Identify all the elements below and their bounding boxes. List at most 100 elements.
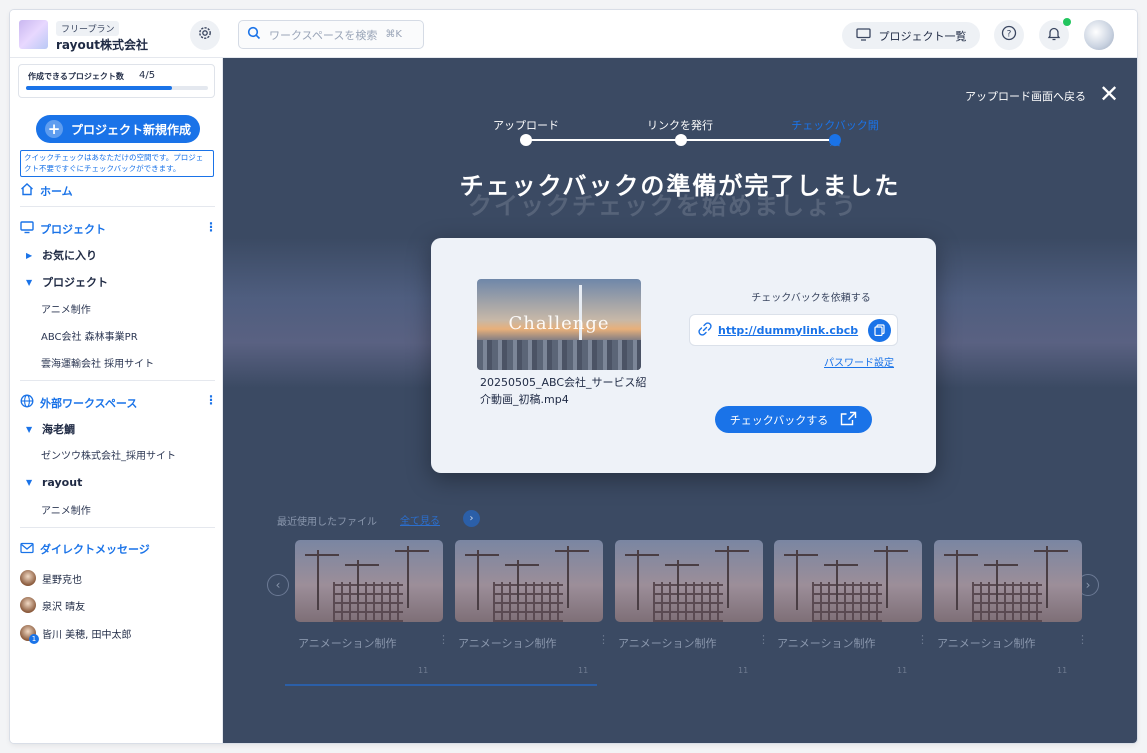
avatar [20,570,36,586]
quota-label: 作成できるプロジェクト数 [28,72,124,81]
thumbnail-crane-arm [984,564,1018,566]
thumbnail-crane-arm [395,550,429,552]
step-dot [520,134,532,146]
sidebar-section-dm[interactable]: ダイレクトメッセージ [20,541,150,557]
sidebar-section-projects[interactable]: プロジェクト [20,221,106,237]
thumbnail-crane [836,560,838,600]
dm-item[interactable]: 星野克也 [20,570,82,586]
checkback-button[interactable]: チェックバックする [715,406,872,433]
more-icon[interactable]: ⋮ [598,633,609,646]
top-header: フリープラン rayout株式会社 ワークスペースを検索 ⌘K プロジェクト一覧… [10,10,1137,58]
thumbnail-crane-arm [665,564,699,566]
sidebar-project-item[interactable]: ABC会社 森林事業PR [41,328,138,343]
search-input[interactable]: ワークスペースを検索 ⌘K [238,20,424,49]
company-name[interactable]: rayout株式会社 [56,36,148,53]
recent-file-title[interactable]: アニメーション制作 [618,635,717,651]
video-thumbnail[interactable]: Challenge [477,279,641,370]
step-dot [675,134,687,146]
recent-file-thumbnail[interactable] [615,540,763,622]
notifications-button[interactable] [1039,18,1071,50]
project-list-button[interactable]: プロジェクト一覧 [842,22,980,49]
external-group-label: 海老鯛 [42,423,75,436]
carousel-prev-button[interactable]: ‹ [267,574,289,596]
quota-progress-bar [26,86,208,90]
thumbnail-crane-arm [824,564,858,566]
sidebar-external-group[interactable]: ▼ 海老鯛 [26,421,75,437]
share-link-field[interactable]: http://dummylink.cbcb [689,314,898,346]
progress-stepper [513,130,843,150]
more-icon[interactable]: ⋮ [438,633,449,646]
copy-icon [874,321,885,340]
thumbnail-crane [886,546,888,608]
recent-file-comment-count: 11 [897,666,908,675]
sidebar-item-favorites[interactable]: ▶ お気に入り [26,247,97,263]
step-dot-active [829,134,841,146]
plus-icon: + [44,120,63,138]
recent-file-thumbnail[interactable] [774,540,922,622]
share-link[interactable]: http://dummylink.cbcb [718,324,858,337]
sidebar-external-group[interactable]: ▼ rayout [26,476,82,489]
thumbnail-building [493,582,563,622]
sidebar-item-home[interactable]: ホーム [20,182,73,199]
back-to-upload-link[interactable]: アップロード画面へ戻る [965,88,1086,104]
tab-indicator [285,684,597,686]
recent-file-comment-count: 11 [578,666,589,675]
sidebar-external-item[interactable]: ゼンツウ株式会社_採用サイト [41,447,176,462]
recent-file-title[interactable]: アニメーション制作 [777,635,876,651]
more-icon[interactable]: ⋮ [917,633,928,646]
share-modal: Challenge 20250505_ABC会社_サービス紹介動画_初稿.mp4… [431,238,936,473]
external-group-label: rayout [42,476,83,489]
external-more-icon[interactable]: ⋮ [205,393,217,407]
projects-label: プロジェクト [40,223,106,236]
more-icon[interactable]: ⋮ [758,633,769,646]
dm-name: 皆川 美穂, 田中太郎 [42,629,132,641]
recent-files-label: 最近使用したファイル [277,517,377,528]
quota-progress-fill [26,86,172,90]
password-settings-link[interactable]: パスワード設定 [824,354,894,369]
external-label: 外部ワークスペース [40,396,138,410]
dm-item[interactable]: 泉沢 晴友 [20,597,85,613]
sidebar-item-projects-group[interactable]: ▼ プロジェクト [26,274,108,290]
projects-group-label: プロジェクト [42,276,108,289]
thumbnail-crane [517,560,519,600]
sidebar-project-item[interactable]: アニメ制作 [41,301,91,316]
dm-name: 星野克也 [42,574,82,586]
see-all-link[interactable]: 全て見る [400,512,440,527]
chevron-right-icon[interactable]: › [463,510,480,527]
thumbnail-crane-arm [625,554,659,556]
copy-button[interactable] [868,319,891,342]
recent-file-thumbnail[interactable] [934,540,1082,622]
search-placeholder: ワークスペースを検索 [269,28,378,42]
recent-file-title[interactable]: アニメーション制作 [937,635,1036,651]
link-icon [698,321,712,340]
dm-item[interactable]: 1 皆川 美穂, 田中太郎 [20,625,132,644]
recent-file-title[interactable]: アニメーション制作 [298,635,397,651]
new-project-button[interactable]: + プロジェクト新規作成 [36,115,200,143]
recent-file-comment-count: 11 [418,666,429,675]
more-icon[interactable]: ⋮ [1077,633,1088,646]
divider [20,380,215,381]
user-avatar[interactable] [1084,20,1114,50]
share-icon [840,411,857,429]
recent-file-thumbnail[interactable] [295,540,443,622]
caret-down-icon: ▼ [26,277,33,287]
thumbnail-crane-arm [715,550,749,552]
plan-badge: フリープラン [56,21,120,36]
close-icon[interactable]: ✕ [1099,82,1119,106]
sidebar: 作成できるプロジェクト数 4/5 + プロジェクト新規作成 クイックチェックはあ… [10,58,223,743]
main-overlay: クイックチェックを始めましょう アップロード画面へ戻る ✕ アップロード リンク… [223,58,1137,743]
favorites-label: お気に入り [42,249,97,262]
sidebar-external-item[interactable]: アニメ制作 [41,502,91,517]
recent-file-title[interactable]: アニメーション制作 [458,635,557,651]
quick-check-tip: クイックチェックはあなただけの空間です。プロジェクト不要ですぐにチェックバックが… [20,150,214,177]
sidebar-section-external[interactable]: 外部ワークスペース [20,394,137,411]
sidebar-project-item[interactable]: 雲海運輸会社 採用サイト [41,355,154,370]
recent-file-thumbnail[interactable] [455,540,603,622]
help-button[interactable]: ? [994,20,1024,50]
settings-button[interactable] [190,20,220,50]
thumbnail-crane [637,550,639,610]
thumbnail-crane-arm [465,554,499,556]
projects-more-icon[interactable]: ⋮ [205,220,217,234]
workspace-logo[interactable] [19,20,48,49]
checkback-label: チェックバックする [729,413,829,427]
